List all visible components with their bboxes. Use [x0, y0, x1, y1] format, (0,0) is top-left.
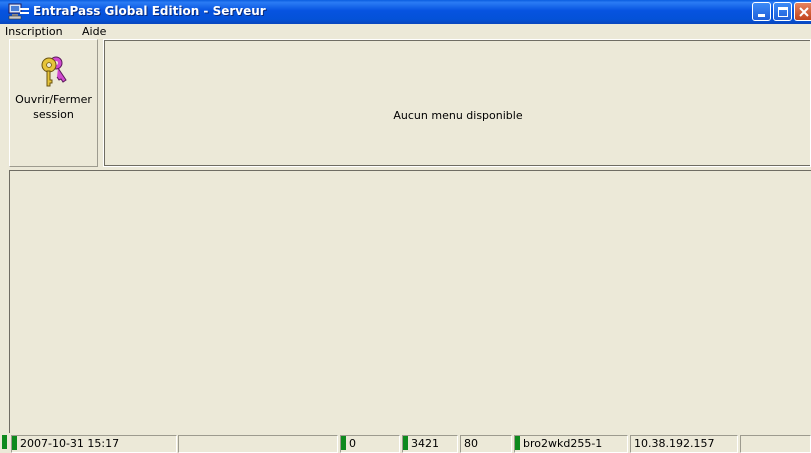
status-port-panel: 3421	[402, 435, 458, 453]
maximize-button[interactable]	[773, 2, 792, 21]
status-ip: 10.38.192.157	[634, 437, 715, 450]
close-icon	[799, 7, 809, 17]
status-indicator-leading	[2, 435, 10, 453]
session-button-label-line2: session	[33, 108, 74, 121]
status-empty-panel-2	[740, 435, 811, 453]
status-port2-panel: 80	[460, 435, 512, 453]
status-datetime-panel: 2007-10-31 15:17	[11, 435, 177, 453]
status-port2: 80	[464, 437, 478, 450]
menu-panel: Aucun menu disponible	[103, 39, 811, 167]
session-button[interactable]: Ouvrir/Fermer session	[9, 39, 98, 167]
status-datetime: 2007-10-31 15:17	[20, 437, 120, 450]
status-empty-panel	[178, 435, 338, 453]
window-title: EntraPass Global Edition - Serveur	[33, 4, 266, 18]
keys-icon	[36, 54, 70, 90]
status-bar: 2007-10-31 15:17 0 3421 80 bro2wkd255-1 …	[0, 433, 811, 453]
status-count-panel: 0	[340, 435, 400, 453]
status-host-panel: bro2wkd255-1	[514, 435, 628, 453]
no-menu-message: Aucun menu disponible	[393, 109, 523, 122]
session-button-label-line1: Ouvrir/Fermer	[15, 93, 92, 106]
menu-bar: Inscription Aide	[0, 24, 811, 39]
minimize-button[interactable]	[752, 2, 771, 21]
title-bar[interactable]: EntraPass Global Edition - Serveur	[0, 0, 811, 24]
maximize-icon	[778, 7, 788, 17]
toolbar: Ouvrir/Fermer session Aucun menu disponi…	[0, 39, 811, 171]
main-workspace[interactable]	[9, 170, 811, 433]
left-edge	[0, 170, 9, 433]
status-count: 0	[349, 437, 356, 450]
status-hostname: bro2wkd255-1	[523, 437, 603, 450]
menu-aide[interactable]: Aide	[82, 25, 106, 38]
close-button[interactable]	[794, 2, 811, 21]
green-indicator-icon	[2, 435, 7, 449]
menu-inscription[interactable]: Inscription	[5, 25, 63, 38]
minimize-icon	[758, 14, 765, 17]
entrapass-app-icon[interactable]	[8, 3, 30, 21]
status-port: 3421	[411, 437, 439, 450]
status-ip-panel: 10.38.192.157	[630, 435, 738, 453]
